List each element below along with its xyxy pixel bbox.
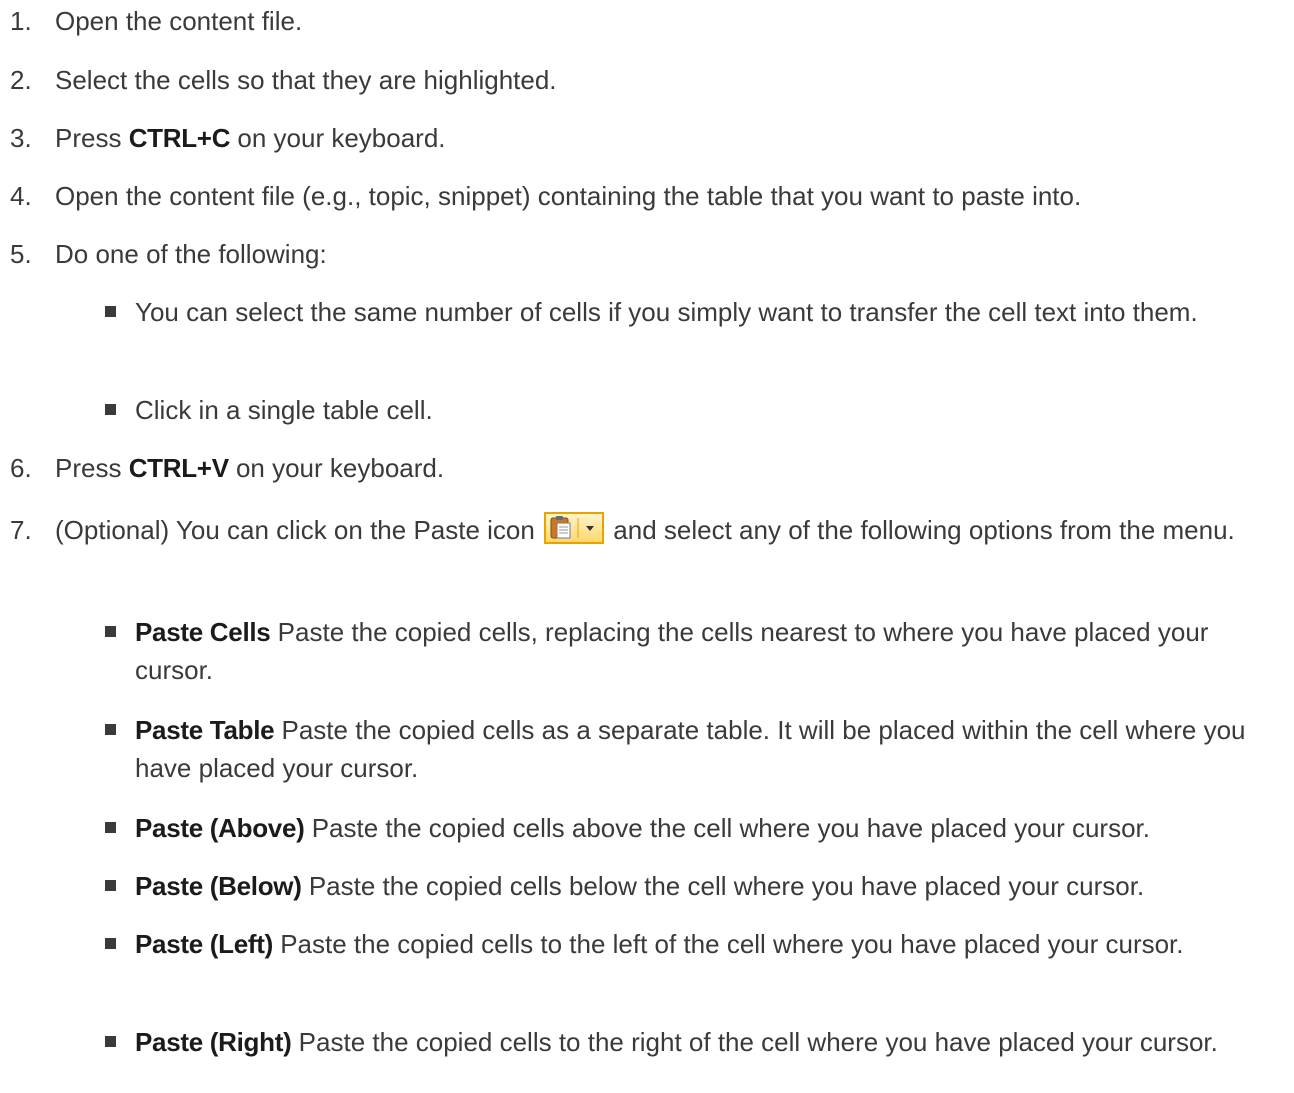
- sub-item-text: Paste (Left) Paste the copied cells to t…: [135, 925, 1284, 963]
- keyboard-shortcut: CTRL+C: [128, 123, 231, 153]
- bullet-marker: [105, 306, 116, 317]
- step-text: Select the cells so that they are highli…: [55, 65, 557, 95]
- option-term: Paste (Left): [135, 929, 273, 959]
- option-description: Paste the copied cells to the left of th…: [272, 929, 1184, 959]
- bullet-marker: [105, 880, 116, 891]
- step-text-before: Press: [55, 453, 129, 483]
- step-text-after: on your keyboard.: [228, 453, 445, 483]
- sub-item-text: Paste Table Paste the copied cells as a …: [135, 711, 1284, 787]
- option-description: Paste the copied cells as a separate tab…: [135, 715, 1246, 783]
- paste-icon-graphic: [550, 516, 595, 539]
- option-term: Paste Table: [135, 715, 275, 745]
- step-number: 5.: [10, 239, 32, 269]
- sub-item-text: Paste (Below) Paste the copied cells bel…: [135, 867, 1284, 905]
- step-number: 3.: [10, 123, 32, 153]
- paste-icon[interactable]: [544, 512, 605, 544]
- step-text-after: and select any of the following options …: [606, 515, 1235, 545]
- bullet-marker: [105, 404, 116, 415]
- step-text: Press CTRL+V on your keyboard.: [55, 449, 1286, 487]
- sub-item-text: Paste (Right) Paste the copied cells to …: [135, 1023, 1284, 1061]
- step-number: 7.: [10, 515, 32, 545]
- step-text: Do one of the following:: [55, 239, 327, 269]
- option-description: Paste the copied cells to the right of t…: [291, 1027, 1218, 1057]
- keyboard-shortcut: CTRL+V: [128, 453, 229, 483]
- step-number: 1.: [10, 6, 32, 36]
- option-description: Paste the copied cells, replacing the ce…: [135, 617, 1209, 685]
- bullet-marker: [105, 724, 116, 735]
- step-text-before: Press: [55, 123, 129, 153]
- step-number: 2.: [10, 65, 32, 95]
- option-description: Paste the copied cells above the cell wh…: [304, 813, 1150, 843]
- bullet-marker: [105, 1036, 116, 1047]
- sub-item-text: You can select the same number of cells …: [135, 297, 1198, 327]
- option-description: Paste the copied cells below the cell wh…: [301, 871, 1145, 901]
- option-term: Paste (Below): [135, 871, 302, 901]
- bullet-marker: [105, 626, 116, 637]
- option-term: Paste (Right): [135, 1027, 292, 1057]
- step-text: (Optional) You can click on the Paste ic…: [55, 511, 1286, 549]
- step-text: Open the content file.: [55, 6, 303, 36]
- step-text-before: (Optional) You can click on the Paste ic…: [55, 515, 543, 545]
- step-text: Press CTRL+C on your keyboard.: [55, 119, 1286, 157]
- sub-item-text: Click in a single table cell.: [135, 395, 433, 425]
- sub-item-text: Paste Cells Paste the copied cells, repl…: [135, 613, 1284, 689]
- bullet-marker: [105, 822, 116, 833]
- step-text: Open the content file (e.g., topic, snip…: [55, 181, 1082, 211]
- option-term: Paste (Above): [135, 813, 305, 843]
- step-number: 6.: [10, 453, 32, 483]
- sub-item-text: Paste (Above) Paste the copied cells abo…: [135, 809, 1284, 847]
- option-term: Paste Cells: [135, 617, 271, 647]
- bullet-marker: [105, 938, 116, 949]
- step-number: 4.: [10, 181, 32, 211]
- step-text-after: on your keyboard.: [230, 123, 446, 153]
